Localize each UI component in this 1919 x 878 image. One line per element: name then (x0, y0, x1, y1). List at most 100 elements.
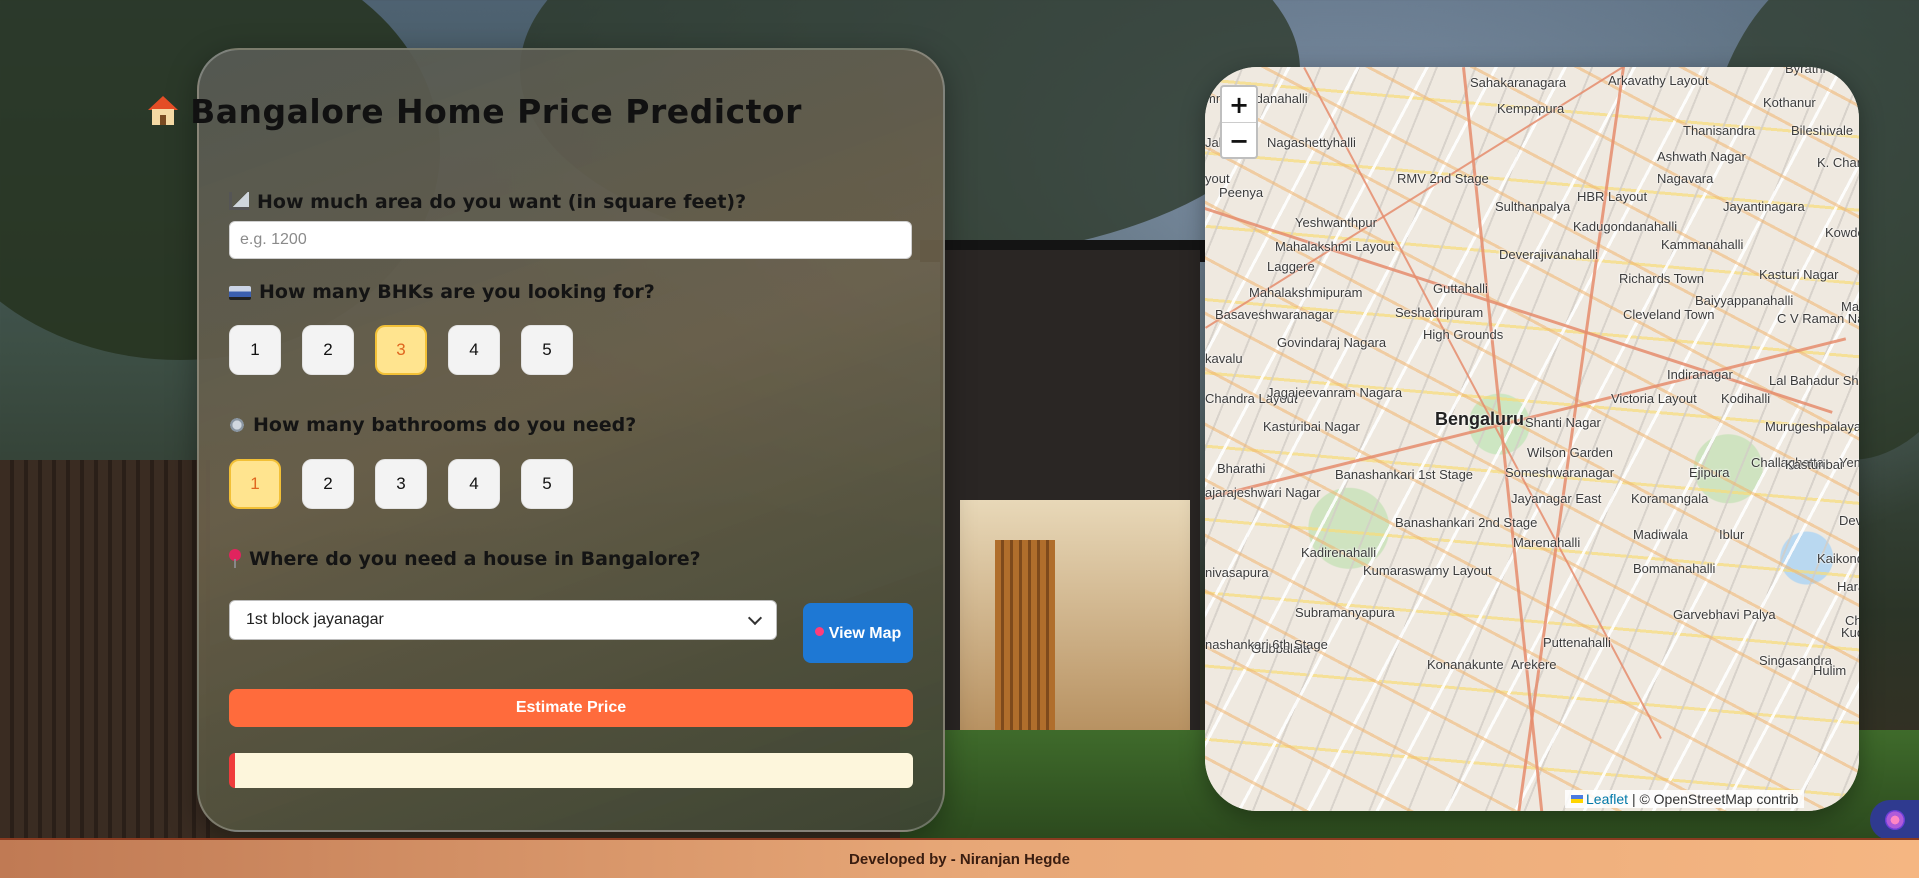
map-place-label: Deverajivanahalli (1499, 247, 1598, 262)
price-result-box (229, 753, 913, 788)
map-place-label: Peenya (1219, 185, 1264, 200)
map-place-label: Konanakunte (1427, 657, 1504, 672)
map-place-label: Yeshwanthpur (1295, 215, 1377, 230)
map-place-label: Kothanur (1763, 95, 1816, 110)
map-place-label: Devara (1839, 513, 1859, 528)
brain-icon (1884, 810, 1905, 830)
map-place-label: Ejipura (1689, 465, 1730, 480)
bath-option-3[interactable]: 3 (375, 459, 427, 509)
map-place-label: Sulthanpalya (1495, 199, 1571, 214)
bhk-option-3[interactable]: 3 (375, 325, 427, 375)
map-place-label: Nagavara (1657, 171, 1714, 186)
bath-option-1[interactable]: 1 (229, 459, 281, 509)
view-map-button[interactable]: View Map (803, 603, 913, 663)
bath-option-4[interactable]: 4 (448, 459, 500, 509)
map-place-label: Bharathi (1217, 461, 1266, 476)
bhk-label-text: How many BHKs are you looking for? (259, 281, 655, 303)
map-place-label: Sahakaranagara (1470, 75, 1567, 90)
map-place-label: K. Channas (1817, 155, 1859, 170)
map-attribution: Leaflet | © OpenStreetMap contrib (1565, 790, 1805, 808)
map-place-label: Wilson Garden (1527, 445, 1613, 460)
map-place-label: Ma (1841, 299, 1859, 314)
map-place-label: Shanti Nagar (1525, 415, 1601, 430)
map-place-label: Subramanyapura (1295, 605, 1395, 620)
ruler-icon (229, 192, 249, 210)
map-place-label: Kowdena (1825, 225, 1859, 240)
location-select-value: 1st block jayanagar (246, 611, 384, 628)
map-place-label: Murugeshpalaya (1765, 419, 1859, 434)
map-place-label: Marenahalli (1513, 535, 1581, 550)
zoom-in-button[interactable]: + (1222, 87, 1256, 123)
map-place-label: Basaveshwaranagar (1215, 307, 1334, 322)
map-place-label: Kasturibai Nagar (1263, 419, 1360, 434)
fence (0, 460, 210, 838)
bhk-option-1[interactable]: 1 (229, 325, 281, 375)
pin-icon (814, 626, 824, 639)
map-place-label: Haralur (1837, 579, 1859, 594)
zoom-control: + − (1220, 85, 1258, 159)
map-place-label: Jayanagar East (1511, 491, 1602, 506)
map-place-label: Indiranagar (1667, 367, 1733, 382)
footer: Developed by - Niranjan Hegde (0, 838, 1919, 878)
map-place-label: ajarajeshwari Nagar (1205, 485, 1321, 500)
pin-icon (229, 549, 241, 568)
map-place-label: Mahalakshmipuram (1249, 285, 1363, 300)
map-place-label: Bommanahalli (1633, 561, 1716, 576)
map-place-label: kavalu (1205, 351, 1243, 366)
map-place-label: Victoria Layout (1611, 391, 1697, 406)
map-place-label: HBR Layout (1577, 189, 1648, 204)
bathtub-icon (229, 417, 245, 433)
map-place-label: Kadugondanahalli (1573, 219, 1678, 234)
location-label: Where do you need a house in Bangalore? (229, 548, 701, 570)
footer-text: Developed by - Niranjan Hegde (849, 850, 1070, 868)
bhk-option-4[interactable]: 4 (448, 325, 500, 375)
map-city-label: Bengaluru (1435, 409, 1525, 429)
map-place-label: Banashankari 2nd Stage (1395, 515, 1538, 530)
map-place-label: Banashankari 1st Stage (1335, 467, 1474, 482)
map-place-label: Chil (1845, 613, 1859, 628)
zoom-out-button[interactable]: − (1222, 123, 1256, 158)
map-place-label: Kammanahalli (1661, 237, 1744, 252)
map-place-label: Nagashettyhalli (1267, 135, 1356, 150)
map-place-label: Kodihalli (1721, 391, 1771, 406)
map-place-label: Govindaraj Nagara (1277, 335, 1387, 350)
bath-option-2[interactable]: 2 (302, 459, 354, 509)
osm-attribution: | © OpenStreetMap contrib (1631, 791, 1799, 807)
page-title-text: Bangalore Home Price Predictor (190, 92, 802, 131)
estimate-price-button[interactable]: Estimate Price (229, 689, 913, 727)
map-place-label: Thanisandra (1683, 123, 1756, 138)
map-place-label: Jagajeevanram Nagara (1267, 385, 1403, 400)
bhk-option-2[interactable]: 2 (302, 325, 354, 375)
location-select[interactable]: 1st block jayanagar (229, 600, 777, 640)
map-place-label: Laggere (1267, 259, 1315, 274)
map-place-label: Cleveland Town (1623, 307, 1715, 322)
map-place-label: Seshadripuram (1395, 305, 1484, 320)
bath-label: How many bathrooms do you need? (229, 414, 636, 436)
map-panel[interactable]: Sahakaranagara Arkavathy Layout Byrathi Ba… (1205, 67, 1859, 811)
map-place-label: RMV 2nd Stage (1397, 171, 1489, 186)
map-place-label: Guttahalli (1433, 281, 1488, 296)
map-place-label: Arkavathy Layout (1608, 73, 1709, 88)
map-place-label: Madiwala (1633, 527, 1688, 542)
map-place-label: Puttenahalli (1543, 635, 1611, 650)
area-input[interactable] (229, 221, 912, 259)
location-label-text: Where do you need a house in Bangalore? (249, 548, 701, 570)
area-label-text: How much area do you want (in square fee… (257, 191, 747, 213)
view-map-label: View Map (828, 624, 902, 642)
house-icon (146, 96, 180, 126)
bath-label-text: How many bathrooms do you need? (253, 414, 637, 436)
map-place-label: Richards Town (1619, 271, 1705, 286)
map-place-label: Kadirenahalli (1301, 545, 1377, 560)
bath-option-5[interactable]: 5 (521, 459, 573, 509)
map-place-label: Jayantinagara (1723, 199, 1805, 214)
leaflet-link[interactable]: Leaflet (1586, 791, 1628, 807)
chevron-down-icon (747, 610, 763, 625)
map-place-label: Garvebhavi Palya (1673, 607, 1776, 622)
assistant-fab[interactable] (1870, 800, 1919, 840)
area-label: How much area do you want (in square fee… (229, 191, 746, 213)
map-place-label: Kempapura (1497, 101, 1565, 116)
map-place-label: Koramangala (1631, 491, 1709, 506)
map-place-label: Kasturi Nagar (1759, 267, 1839, 282)
map-place-label: Kumaraswamy Layout (1363, 563, 1492, 578)
bhk-option-5[interactable]: 5 (521, 325, 573, 375)
